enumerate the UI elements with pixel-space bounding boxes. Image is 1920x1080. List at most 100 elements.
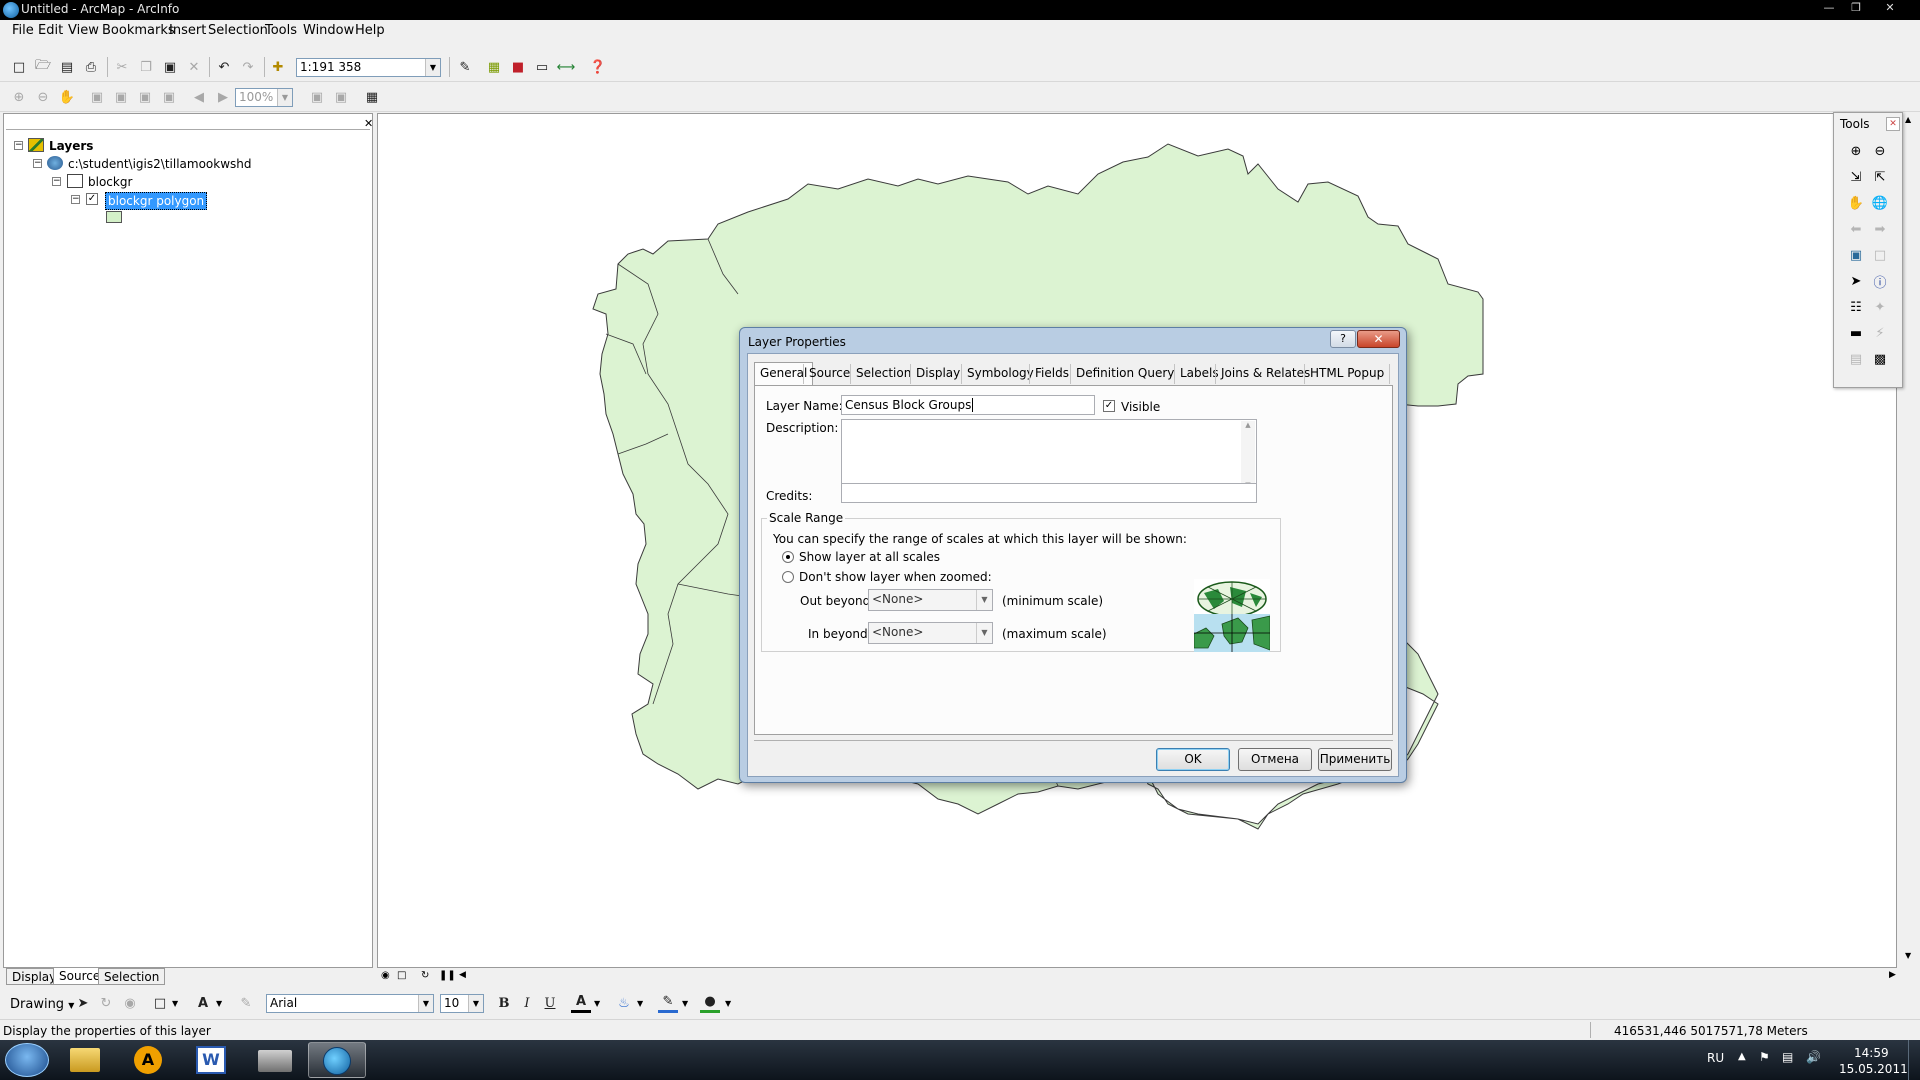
select-features-icon[interactable]: ▣ bbox=[1846, 245, 1866, 265]
menu-edit[interactable]: Edit bbox=[38, 23, 63, 38]
html-popup-icon[interactable]: ▤ bbox=[1846, 349, 1866, 369]
cut-icon[interactable]: ✂ bbox=[112, 57, 132, 77]
close-dialog-icon[interactable]: ✕ bbox=[1357, 330, 1400, 348]
paste-icon[interactable]: ▣ bbox=[160, 57, 180, 77]
bold-button[interactable]: B bbox=[494, 993, 514, 1013]
chevron-down-icon[interactable]: ▼ bbox=[172, 999, 178, 1008]
collapse-workspace-icon[interactable]: − bbox=[33, 159, 42, 168]
delete-icon[interactable]: ✕ bbox=[184, 57, 204, 77]
show-desktop-button[interactable] bbox=[1908, 1040, 1920, 1080]
change-layout-icon[interactable]: ▦ bbox=[362, 87, 382, 107]
zoom-to-elements-icon[interactable]: ◉ bbox=[120, 993, 140, 1013]
apply-button[interactable]: Применить bbox=[1318, 748, 1392, 771]
map-scale-combo[interactable]: 1:191 358 ▼ bbox=[296, 58, 441, 77]
font-size-combo[interactable]: 10 ▼ bbox=[440, 994, 484, 1013]
time-slider-icon[interactable]: ▩ bbox=[1870, 349, 1890, 369]
table-of-contents-icon[interactable]: ▦ bbox=[484, 57, 504, 77]
show-all-scales-radio[interactable] bbox=[782, 551, 794, 563]
identify-info-icon[interactable]: ⓘ bbox=[1870, 271, 1890, 291]
out-beyond-dropdown[interactable]: <None> ▼ bbox=[868, 589, 993, 611]
tab-definition-query[interactable]: Definition Query bbox=[1070, 364, 1179, 384]
chevron-down-icon[interactable]: ▼ bbox=[594, 999, 600, 1008]
fixed-zoom-out-icon[interactable]: ⇱ bbox=[1870, 167, 1890, 187]
close-window-icon[interactable]: ✕ bbox=[1870, 0, 1910, 16]
zoom-percent-combo[interactable]: 100% ▼ bbox=[235, 88, 293, 107]
zoom-in-layout-icon[interactable]: ⊕ bbox=[9, 87, 29, 107]
new-document-icon[interactable]: □ bbox=[9, 57, 29, 77]
taskbar-media-player[interactable]: A bbox=[120, 1042, 178, 1078]
previous-extent-icon[interactable]: ⬅ bbox=[1846, 219, 1866, 239]
collapse-layers-icon[interactable]: − bbox=[14, 141, 23, 150]
taskbar-explorer[interactable] bbox=[56, 1042, 114, 1078]
cancel-button[interactable]: Отмена bbox=[1238, 748, 1312, 771]
menu-selection[interactable]: Selection bbox=[208, 23, 268, 38]
layer-visibility-checkbox[interactable]: ✓ bbox=[86, 193, 98, 205]
go-to-xy-icon[interactable]: ✦ bbox=[1870, 297, 1890, 317]
dont-show-zoomed-radio[interactable] bbox=[782, 571, 794, 583]
add-data-icon[interactable]: ✚ bbox=[268, 57, 288, 77]
pause-drawing-icon[interactable]: ❚❚ bbox=[439, 970, 456, 981]
taskbar-arcmap[interactable] bbox=[308, 1042, 366, 1078]
layer-symbol-swatch[interactable] bbox=[106, 211, 122, 223]
hyperlink-icon[interactable]: ⚡ bbox=[1870, 323, 1890, 343]
zoom-100-icon[interactable]: ▣ bbox=[111, 87, 131, 107]
action-center-flag-icon[interactable]: ⚑ bbox=[1759, 1050, 1770, 1064]
go-forward-extent-icon[interactable]: ▶ bbox=[213, 87, 233, 107]
clear-selection-icon[interactable]: □ bbox=[1870, 245, 1890, 265]
chevron-down-icon[interactable]: ▼ bbox=[637, 999, 643, 1008]
fixed-zoom-in-icon[interactable]: ▣ bbox=[135, 87, 155, 107]
fixed-zoom-in-icon[interactable]: ⇲ bbox=[1846, 167, 1866, 187]
toc-data-frame-label[interactable]: c:\student\igis2\tillamookwshd bbox=[68, 157, 252, 171]
tab-fields[interactable]: Fields bbox=[1029, 364, 1074, 384]
text-tool-icon[interactable]: A bbox=[193, 993, 213, 1013]
find-binoculars-icon[interactable]: ☷ bbox=[1846, 297, 1866, 317]
tab-selection[interactable]: Selection bbox=[850, 364, 916, 384]
taskbar-printer[interactable] bbox=[246, 1042, 304, 1078]
tab-symbology[interactable]: Symbology bbox=[961, 364, 1039, 384]
help-icon[interactable]: ? bbox=[1330, 330, 1356, 348]
volume-icon[interactable]: 🔊 bbox=[1806, 1050, 1821, 1064]
tab-list-by-selection[interactable]: Selection bbox=[98, 968, 166, 985]
rectangle-tool-icon[interactable]: □ bbox=[150, 993, 170, 1013]
full-extent-globe-icon[interactable]: 🌐 bbox=[1870, 193, 1890, 213]
network-icon[interactable]: ▤ bbox=[1782, 1050, 1793, 1064]
modelbuilder-icon[interactable]: ⟷ bbox=[556, 57, 576, 77]
chevron-down-icon[interactable]: ▼ bbox=[418, 995, 433, 1012]
clock-date[interactable]: 15.05.2011 bbox=[1839, 1062, 1908, 1076]
description-scrollbar[interactable]: ▲ ▼ bbox=[1241, 421, 1255, 489]
scroll-down-icon[interactable]: ▼ bbox=[1905, 951, 1911, 960]
chevron-down-icon[interactable]: ▼ bbox=[277, 89, 292, 106]
toggle-draft-mode-icon[interactable]: ▣ bbox=[307, 87, 327, 107]
language-indicator[interactable]: RU bbox=[1707, 1051, 1724, 1065]
pan-hand-icon[interactable]: ✋ bbox=[1846, 193, 1866, 213]
save-icon[interactable]: ▤ bbox=[57, 57, 77, 77]
menu-insert[interactable]: Insert bbox=[169, 23, 206, 38]
scroll-right-icon[interactable]: ▶ bbox=[1889, 970, 1896, 980]
chevron-down-icon[interactable]: ▼ bbox=[682, 999, 688, 1008]
fixed-zoom-out-icon[interactable]: ▣ bbox=[159, 87, 179, 107]
underline-button[interactable]: U bbox=[540, 993, 560, 1013]
chevron-down-icon[interactable]: ▼ bbox=[976, 590, 992, 610]
collapse-group-icon[interactable]: − bbox=[52, 177, 61, 186]
print-icon[interactable]: ⎙ bbox=[81, 57, 101, 77]
measure-icon[interactable]: ▬ bbox=[1846, 323, 1866, 343]
open-folder-icon[interactable]: 🗁 bbox=[33, 57, 53, 77]
editor-toolbar-icon[interactable]: ✎ bbox=[455, 57, 475, 77]
menu-view[interactable]: View bbox=[68, 23, 99, 38]
tab-joins-relates[interactable]: Joins & Relates bbox=[1215, 364, 1315, 384]
scroll-up-icon[interactable]: ▲ bbox=[1241, 421, 1255, 429]
select-elements-arrow-icon[interactable]: ➤ bbox=[1846, 271, 1866, 291]
minimize-icon[interactable]: — bbox=[1816, 0, 1842, 16]
scroll-left-icon[interactable]: ◀ bbox=[459, 970, 466, 980]
restore-icon[interactable]: ❐ bbox=[1843, 0, 1869, 16]
map-vertical-scrollbar[interactable]: ▲ ▼ bbox=[1902, 113, 1918, 968]
tab-source[interactable]: Source bbox=[803, 364, 855, 384]
data-view-icon[interactable]: ◉ bbox=[381, 970, 390, 981]
edit-vertices-icon[interactable]: ✎ bbox=[236, 993, 256, 1013]
scroll-up-icon[interactable]: ▲ bbox=[1905, 115, 1911, 124]
menu-help[interactable]: Help bbox=[355, 23, 385, 38]
clock-time[interactable]: 14:59 bbox=[1854, 1046, 1889, 1060]
chevron-down-icon[interactable]: ▼ bbox=[425, 59, 440, 76]
whats-this-help-icon[interactable]: ❓ bbox=[588, 57, 608, 77]
chevron-down-icon[interactable]: ▼ bbox=[216, 999, 222, 1008]
